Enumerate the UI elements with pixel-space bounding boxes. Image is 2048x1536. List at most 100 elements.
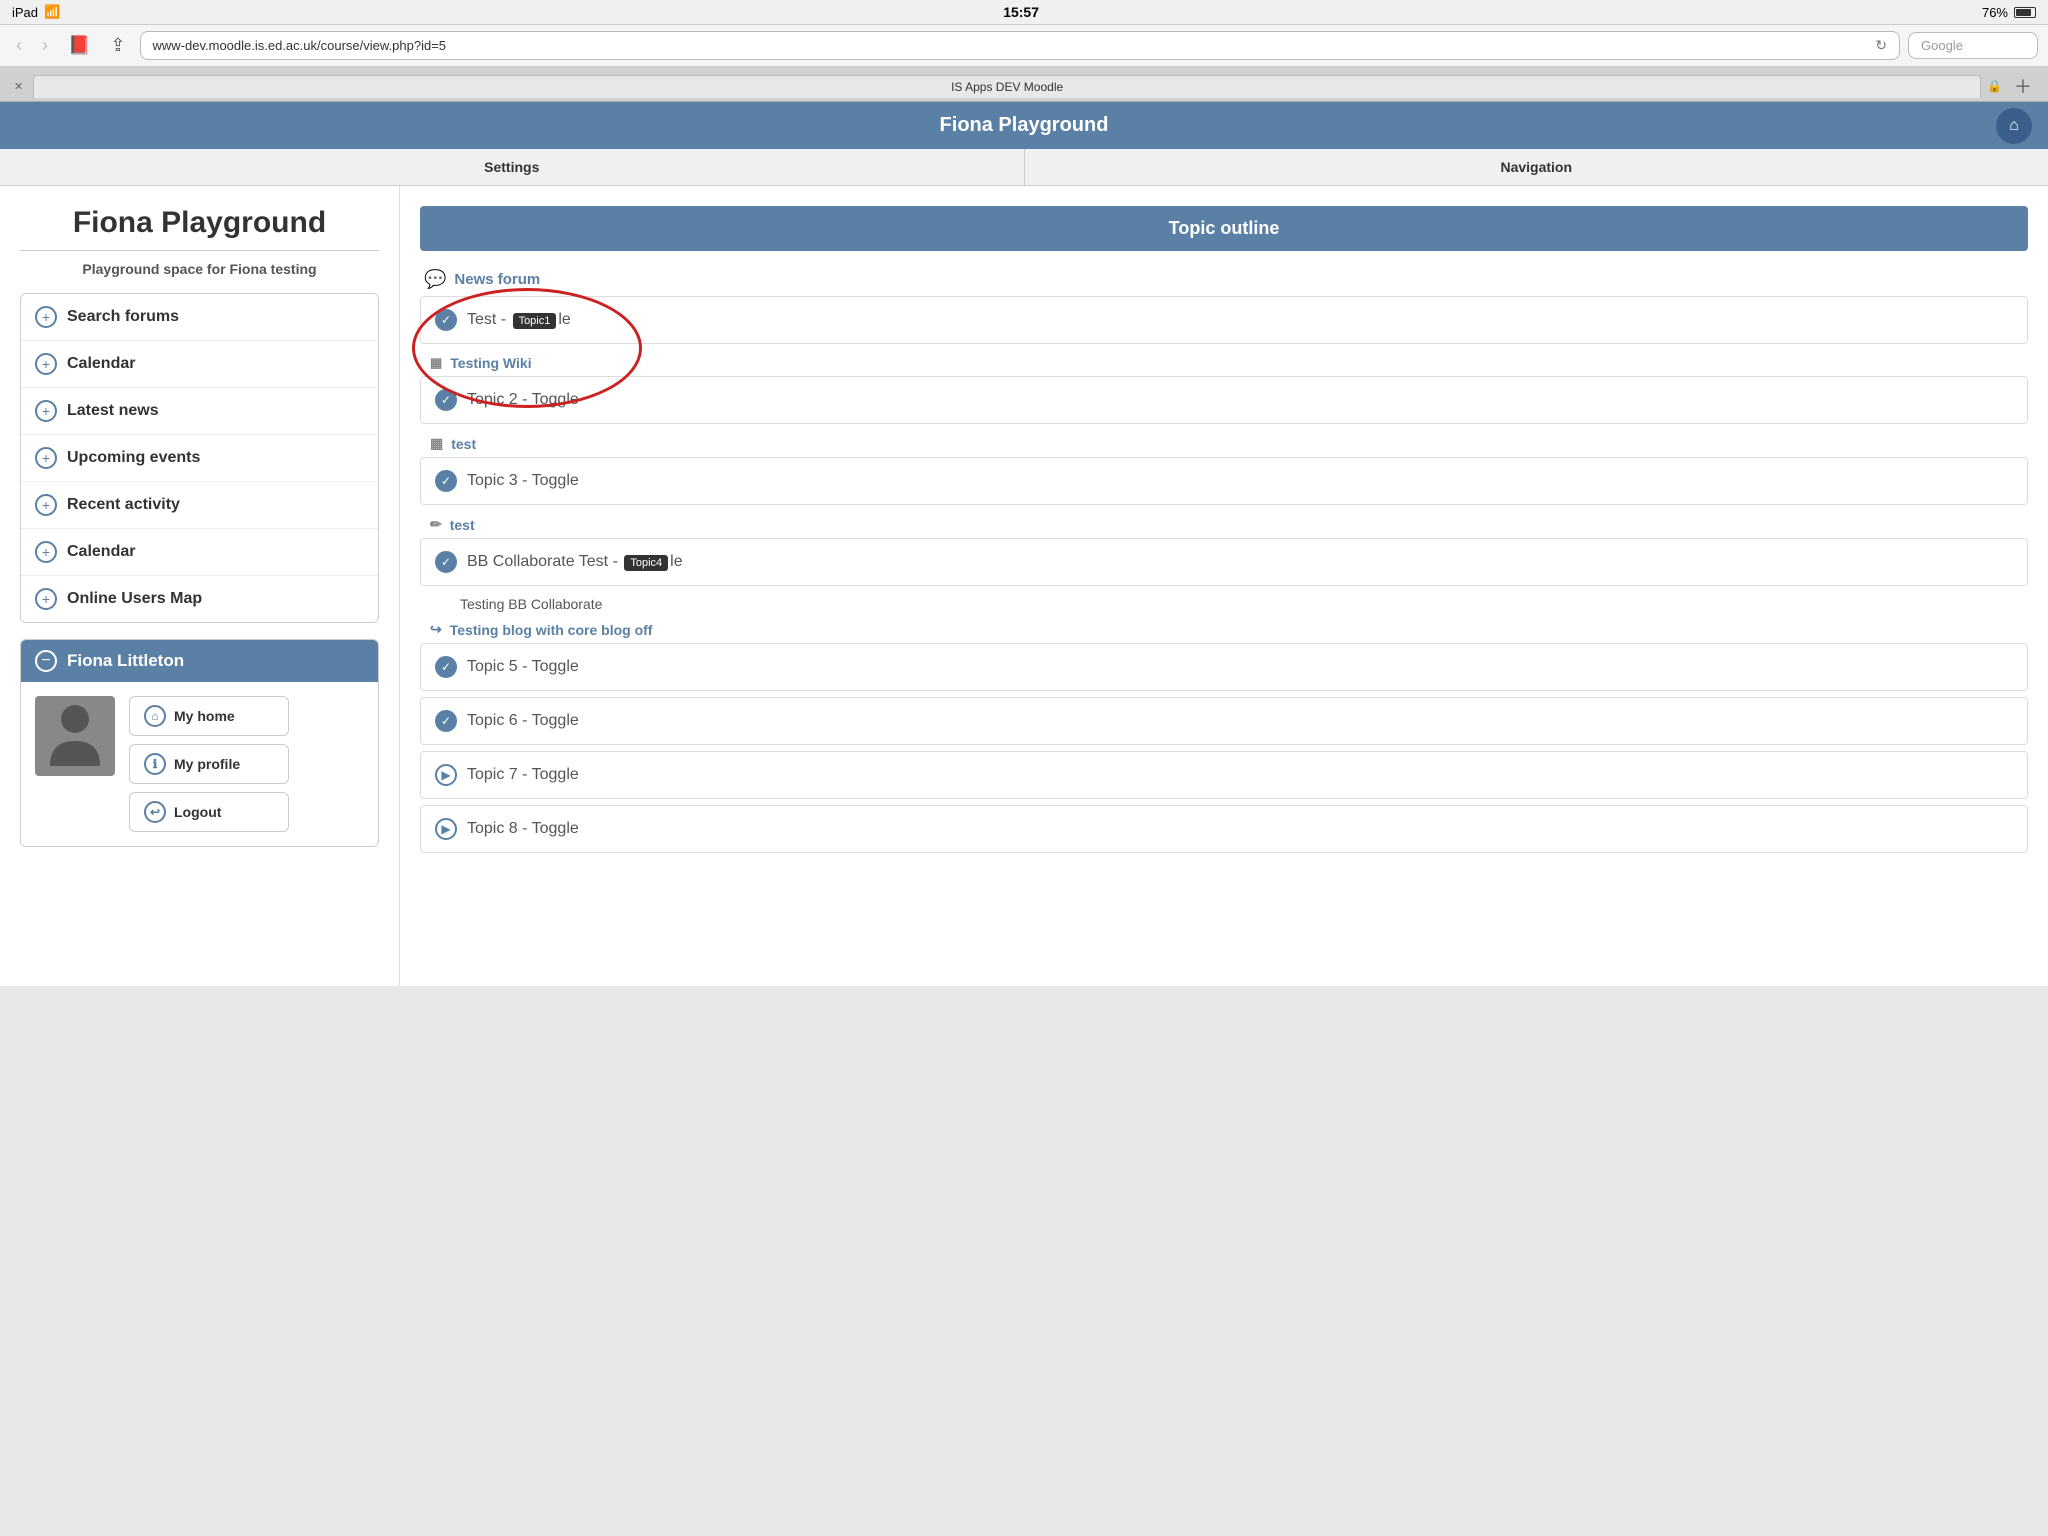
topic-3-toggle[interactable]: ✓ Topic 3 - Toggle	[420, 457, 2028, 505]
sidebar-item-online-users-map[interactable]: + Online Users Map	[21, 576, 378, 622]
topic-outline-header: Topic outline	[420, 206, 2028, 251]
bb-collaborate-toggle[interactable]: ✓ BB Collaborate Test - Topic4le	[420, 538, 2028, 586]
plus-icon: +	[35, 494, 57, 516]
logout-link-icon: ↩	[144, 801, 166, 823]
wifi-icon: 📶	[44, 4, 60, 20]
topic-6-label: Topic 6 - Toggle	[467, 712, 579, 730]
course-title: Fiona Playground	[20, 206, 379, 240]
test-monitor-link[interactable]: ▦ test	[420, 430, 2028, 457]
logout-button[interactable]: ↩ Logout	[129, 792, 289, 832]
bb-collaborate-label: BB Collaborate Test - Topic4le	[467, 553, 683, 571]
home-button[interactable]: ⌂	[1996, 108, 2032, 144]
tab-label: IS Apps DEV Moodle	[33, 75, 1981, 98]
toggle-icon: ✓	[435, 470, 457, 492]
sidebar-item-search-forums[interactable]: + Search forums	[21, 294, 378, 341]
settings-tab[interactable]: Settings	[0, 149, 1025, 185]
share-button[interactable]: ⇪	[104, 31, 131, 60]
home-link-icon: ⌂	[144, 705, 166, 727]
back-button[interactable]: ‹	[10, 31, 28, 60]
wiki-icon: ▦	[430, 355, 442, 371]
status-bar: iPad 📶 15:57 76%	[0, 0, 2048, 25]
bookmarks-button[interactable]: 📕	[62, 31, 96, 60]
toggle-icon: ✓	[435, 551, 457, 573]
toggle-icon: ✓	[435, 309, 457, 331]
search-placeholder: Google	[1921, 38, 1963, 53]
plus-icon: +	[35, 400, 57, 422]
test-pencil-link[interactable]: ✏ test	[420, 511, 2028, 538]
test-monitor-label: test	[451, 436, 476, 452]
toggle-icon: ▶	[435, 818, 457, 840]
sidebar-item-recent-activity[interactable]: + Recent activity	[21, 482, 378, 529]
topic-6-toggle[interactable]: ✓ Topic 6 - Toggle	[420, 697, 2028, 745]
search-bar[interactable]: Google	[1908, 32, 2038, 59]
testing-wiki-link[interactable]: ▦ Testing Wiki	[420, 350, 2028, 376]
battery-label: 76%	[1982, 5, 2008, 20]
topic-2-label: Topic 2 - Toggle	[467, 391, 579, 409]
sidebar-item-label: Search forums	[67, 308, 179, 326]
tab-lock-icon: 🔒	[1987, 79, 2002, 93]
main-content: Fiona Playground Playground space for Fi…	[0, 186, 2048, 986]
tab-bar: ✕ IS Apps DEV Moodle 🔒 ＋	[0, 67, 2048, 102]
my-home-button[interactable]: ⌂ My home	[129, 696, 289, 736]
forward-button[interactable]: ›	[36, 31, 54, 60]
topic-2-toggle[interactable]: ✓ Topic 2 - Toggle	[420, 376, 2028, 424]
user-block-body: ⌂ My home ℹ My profile ↩ Logout	[21, 682, 378, 846]
toggle-icon: ✓	[435, 656, 457, 678]
plus-icon: +	[35, 541, 57, 563]
url-bar[interactable]: www-dev.moodle.is.ed.ac.uk/course/view.p…	[140, 31, 1900, 60]
sidebar-item-label: Upcoming events	[67, 449, 200, 467]
moodle-header-title: Fiona Playground	[940, 114, 1109, 137]
url-text: www-dev.moodle.is.ed.ac.uk/course/view.p…	[153, 38, 447, 53]
minus-icon: −	[35, 650, 57, 672]
sidebar-item-calendar-1[interactable]: + Calendar	[21, 341, 378, 388]
toggle-icon: ▶	[435, 764, 457, 786]
blog-link[interactable]: ↪ Testing blog with core blog off	[420, 616, 2028, 643]
user-name: Fiona Littleton	[67, 651, 184, 671]
tab-close-button[interactable]: ✕	[10, 78, 27, 95]
device-label: iPad	[12, 5, 38, 20]
info-link-icon: ℹ	[144, 753, 166, 775]
sidebar-item-upcoming-events[interactable]: + Upcoming events	[21, 435, 378, 482]
topic-8-label: Topic 8 - Toggle	[467, 820, 579, 838]
logout-label: Logout	[174, 804, 221, 820]
arrow-icon: ↪	[430, 621, 442, 638]
user-block-header[interactable]: − Fiona Littleton	[21, 640, 378, 682]
topic-5-label: Topic 5 - Toggle	[467, 658, 579, 676]
settings-nav: Settings Navigation	[0, 149, 2048, 186]
status-bar-right: 76%	[1982, 5, 2036, 20]
sidebar-item-latest-news[interactable]: + Latest news	[21, 388, 378, 435]
user-block: − Fiona Littleton ⌂ My home ℹ	[20, 639, 379, 847]
my-profile-button[interactable]: ℹ My profile	[129, 744, 289, 784]
topic-8-toggle[interactable]: ▶ Topic 8 - Toggle	[420, 805, 2028, 853]
topic-5-toggle[interactable]: ✓ Topic 5 - Toggle	[420, 643, 2028, 691]
new-tab-button[interactable]: ＋	[2008, 71, 2038, 101]
avatar-figure	[45, 701, 105, 771]
right-content: Topic outline 💬 News forum ✓ Test - Topi…	[400, 186, 2048, 986]
toggle-icon: ✓	[435, 710, 457, 732]
user-links: ⌂ My home ℹ My profile ↩ Logout	[129, 696, 289, 832]
avatar	[35, 696, 115, 776]
plus-icon: +	[35, 447, 57, 469]
my-profile-label: My profile	[174, 756, 240, 772]
moodle-header: Fiona Playground ⌂	[0, 102, 2048, 149]
blog-link-label: Testing blog with core blog off	[450, 622, 653, 638]
navigation-tab[interactable]: Navigation	[1025, 149, 2048, 185]
course-description: Playground space for Fiona testing	[20, 261, 379, 277]
pencil-icon: ✏	[430, 516, 442, 533]
news-forum-link[interactable]: 💬 News forum	[420, 263, 2028, 296]
news-forum-label: News forum	[454, 271, 540, 288]
sidebar-item-calendar-2[interactable]: + Calendar	[21, 529, 378, 576]
topic1-badge: Topic1	[513, 313, 557, 329]
reload-button[interactable]: ↻	[1875, 37, 1887, 54]
test-pencil-label: test	[450, 517, 475, 533]
sidebar-item-label: Latest news	[67, 402, 159, 420]
battery-icon	[2014, 7, 2036, 18]
toggle-icon: ✓	[435, 389, 457, 411]
plus-icon: +	[35, 353, 57, 375]
topic-7-toggle[interactable]: ▶ Topic 7 - Toggle	[420, 751, 2028, 799]
status-bar-left: iPad 📶	[12, 4, 60, 20]
sidebar-item-label: Recent activity	[67, 496, 180, 514]
sidebar-item-label: Calendar	[67, 355, 135, 373]
topic-1-toggle[interactable]: ✓ Test - Topic1le	[420, 296, 2028, 344]
testing-wiki-label: Testing Wiki	[450, 355, 531, 371]
